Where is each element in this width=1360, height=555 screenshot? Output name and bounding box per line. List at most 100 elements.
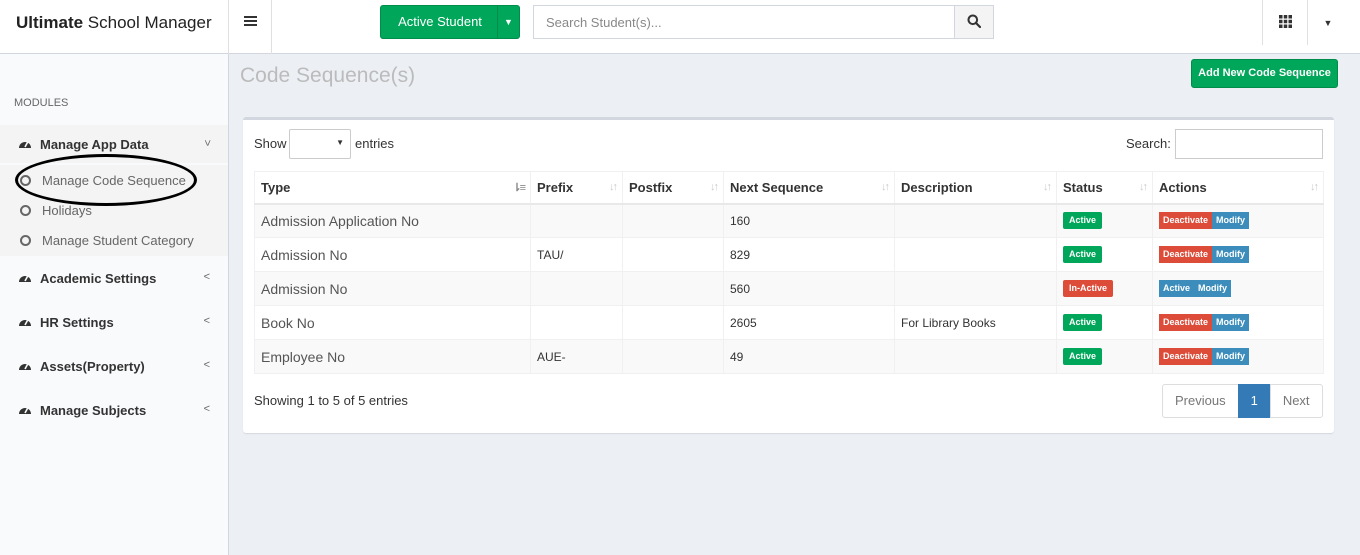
modify-button[interactable]: Modify — [1212, 348, 1250, 365]
cell-postfix — [622, 237, 724, 272]
add-new-code-sequence-button[interactable]: Add New Code Sequence — [1191, 59, 1338, 88]
circle-icon — [20, 204, 31, 216]
student-search — [533, 5, 994, 39]
cell-prefix — [530, 271, 623, 306]
sidebar-item-label: Manage App Data — [40, 136, 149, 152]
cell-actions: Active Modify — [1152, 271, 1324, 306]
modify-button[interactable]: Modify — [1194, 280, 1232, 297]
chevron-left-icon: < — [203, 359, 210, 371]
cell-next-sequence: 49 — [723, 339, 895, 374]
cell-status: Active — [1056, 237, 1153, 272]
caret-down-icon: ▼ — [336, 138, 344, 147]
chevron-left-icon: < — [203, 403, 210, 415]
search-button[interactable] — [954, 5, 994, 39]
page-length-select[interactable]: ▼ — [289, 129, 351, 159]
deactivate-button[interactable]: Deactivate — [1159, 314, 1213, 331]
sidebar-item-academic-settings[interactable]: Academic Settings < — [0, 259, 228, 297]
sort-icon: ↓↑ — [609, 181, 618, 193]
sidebar-item-manage-subjects[interactable]: Manage Subjects < — [0, 391, 228, 429]
dashboard-icon — [18, 137, 32, 151]
caret-down-icon[interactable]: ▼ — [497, 6, 519, 38]
cell-prefix: AUE- — [530, 339, 623, 374]
column-header-actions[interactable]: Actions ↓↑ — [1152, 171, 1324, 205]
column-header-label: Next Sequence — [730, 179, 824, 195]
sidebar-item-label: Manage Subjects — [40, 402, 147, 418]
cell-next-sequence: 560 — [723, 271, 895, 306]
column-header-description[interactable]: Description ↓↑ — [894, 171, 1057, 205]
pagination-previous[interactable]: Previous — [1162, 384, 1239, 418]
table-search-input[interactable] — [1175, 129, 1323, 159]
activate-button[interactable]: Active — [1159, 280, 1195, 297]
chevron-left-icon: < — [203, 271, 210, 283]
deactivate-button[interactable]: Deactivate — [1159, 348, 1213, 365]
column-header-type[interactable]: Type ⇂≡ — [254, 171, 531, 205]
column-header-label: Type — [261, 179, 291, 195]
sidebar: MODULES Manage App Data > Manage Code Se… — [0, 54, 229, 555]
entries-label: entries — [355, 136, 395, 151]
chevron-down-icon: > — [200, 139, 213, 147]
cell-description — [894, 271, 1057, 306]
cell-postfix — [622, 305, 724, 340]
sidebar-item-hr-settings[interactable]: HR Settings < — [0, 303, 228, 341]
cell-type: Employee No — [254, 339, 531, 374]
dashboard-icon — [18, 359, 32, 373]
code-sequence-box: Show ▼ entries Search: Type ⇂≡ Prefix ↓↑ P… — [243, 117, 1334, 433]
active-student-label: Active Student — [398, 14, 482, 29]
sort-icon: ↓↑ — [881, 181, 890, 193]
column-header-label: Prefix — [537, 179, 574, 195]
column-header-label: Postfix — [629, 179, 673, 195]
circle-icon — [20, 234, 31, 246]
cell-postfix — [622, 271, 724, 306]
active-student-button[interactable]: Active Student ▼ — [380, 5, 520, 39]
pagination-next[interactable]: Next — [1269, 384, 1323, 418]
logo-text: School Manager — [83, 13, 212, 32]
cell-description — [894, 339, 1057, 374]
column-header-label: Description — [901, 179, 973, 195]
cell-postfix — [622, 339, 724, 374]
modify-button[interactable]: Modify — [1212, 212, 1250, 230]
cell-type: Admission No — [254, 271, 531, 306]
column-header-label: Actions — [1159, 179, 1207, 195]
column-header-prefix[interactable]: Prefix ↓↑ — [530, 171, 623, 205]
table-info: Showing 1 to 5 of 5 entries — [254, 393, 408, 408]
cell-actions: Deactivate Modify — [1152, 305, 1324, 340]
table-row: Admission No TAU/ 829 Active Deactivate M… — [254, 237, 1324, 272]
sidebar-item-label: HR Settings — [40, 314, 114, 330]
chevron-left-icon: < — [203, 315, 210, 327]
app-logo[interactable]: Ultimate School Manager — [0, 0, 229, 54]
user-menu-dropdown[interactable]: ▼ — [1308, 0, 1348, 45]
cell-status: Active — [1056, 305, 1153, 340]
cell-status: Active — [1056, 203, 1153, 238]
sort-icon: ↓↑ — [710, 181, 719, 193]
cell-prefix: TAU/ — [530, 237, 623, 272]
cell-next-sequence: 160 — [723, 203, 895, 238]
cell-type: Admission No — [254, 237, 531, 272]
cell-next-sequence: 2605 — [723, 305, 895, 340]
sidebar-subitem-manage-student-category[interactable]: Manage Student Category — [0, 225, 228, 255]
column-header-status[interactable]: Status ↓↑ — [1056, 171, 1153, 205]
pagination-page[interactable]: 1 — [1237, 384, 1271, 418]
table-row: Employee No AUE- 49 Active Deactivate Mod… — [254, 339, 1324, 374]
cell-prefix — [530, 203, 623, 238]
column-header-postfix[interactable]: Postfix ↓↑ — [622, 171, 724, 205]
apps-grid-button[interactable] — [1262, 0, 1308, 45]
sidebar-toggle-button[interactable] — [229, 0, 272, 54]
sidebar-item-assets-property[interactable]: Assets(Property) < — [0, 347, 228, 385]
code-sequence-table: Type ⇂≡ Prefix ↓↑ Postfix ↓↑ Next Sequence ↓… — [254, 171, 1324, 374]
column-header-label: Status — [1063, 179, 1103, 195]
status-badge: Active — [1063, 314, 1103, 331]
sort-icon: ↓↑ — [1139, 181, 1148, 193]
deactivate-button[interactable]: Deactivate — [1159, 212, 1213, 230]
column-header-next-sequence[interactable]: Next Sequence ↓↑ — [723, 171, 895, 205]
dashboard-icon — [18, 315, 32, 329]
student-search-input[interactable] — [533, 5, 955, 39]
cell-status: In-Active — [1056, 271, 1153, 306]
status-badge: In-Active — [1063, 280, 1114, 297]
page-title: Code Sequence(s) — [240, 64, 416, 87]
deactivate-button[interactable]: Deactivate — [1159, 246, 1213, 263]
modify-button[interactable]: Modify — [1212, 314, 1250, 331]
modify-button[interactable]: Modify — [1212, 246, 1250, 263]
table-search-label: Search: — [1126, 136, 1171, 151]
sort-icon: ↓↑ — [1043, 181, 1052, 193]
top-navbar: Ultimate School Manager Active Student ▼… — [0, 0, 1360, 54]
